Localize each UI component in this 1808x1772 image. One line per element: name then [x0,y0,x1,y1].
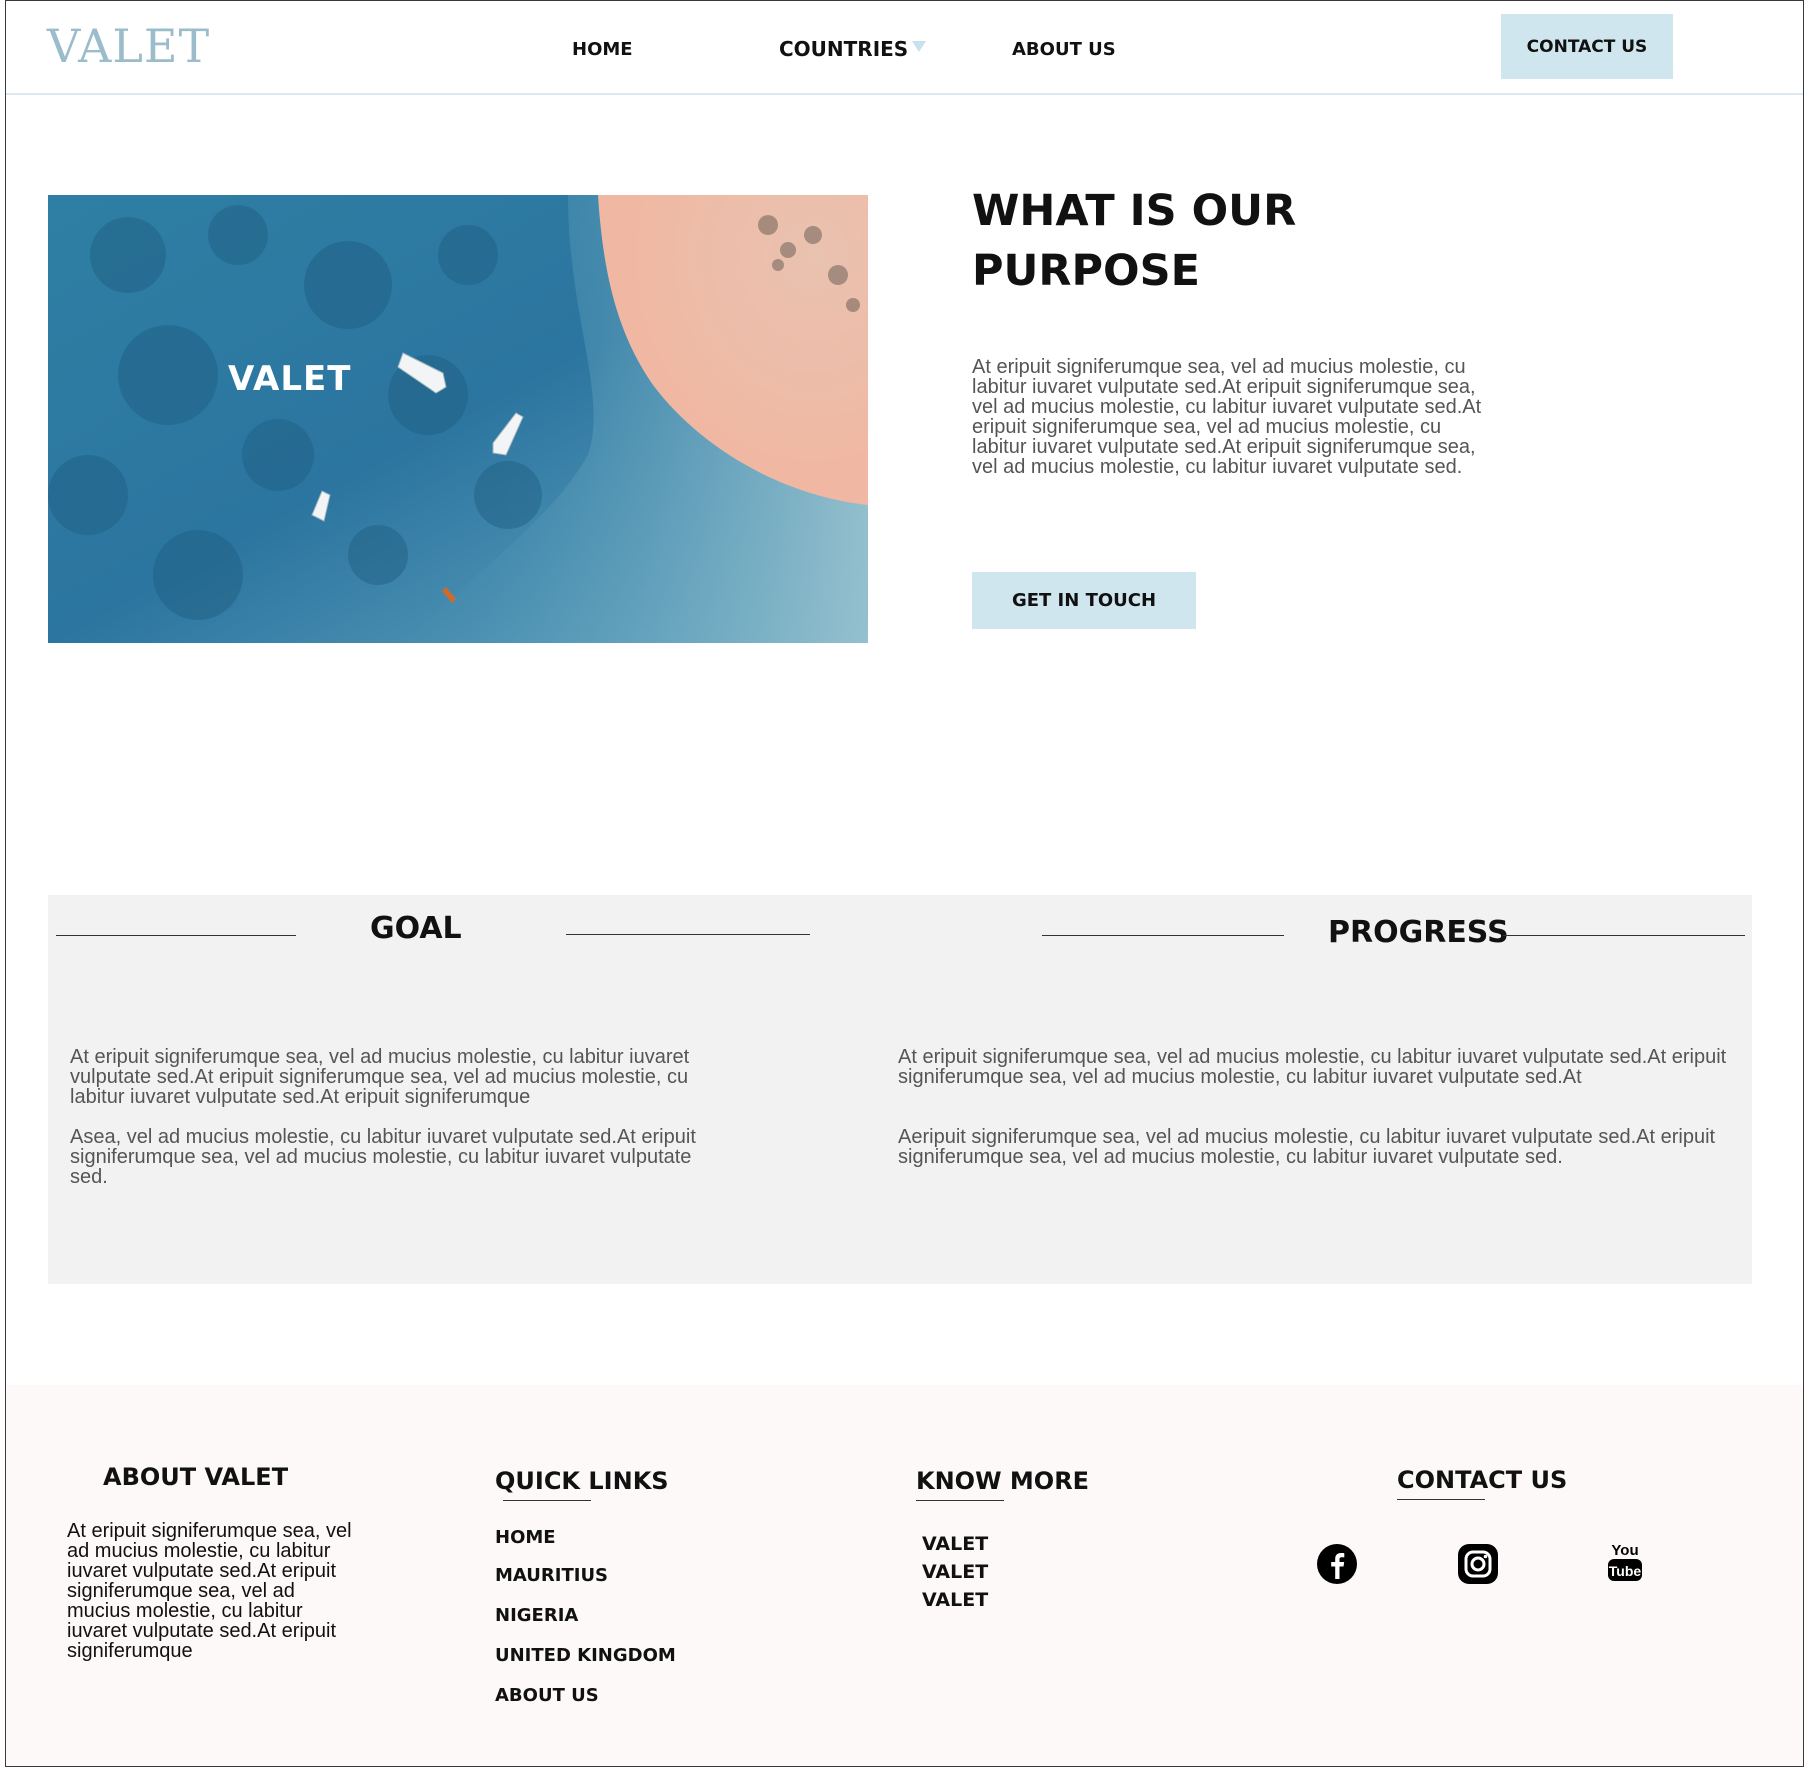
site-logo[interactable]: VALET [47,19,210,73]
youtube-you-text: You [1611,1542,1638,1559]
purpose-title-line1: WHAT IS OUR [972,186,1297,236]
goal-rule-right [566,934,810,935]
facebook-icon[interactable] [1316,1543,1358,1585]
instagram-icon[interactable] [1457,1543,1499,1585]
contact-us-button[interactable]: CONTACT US [1501,14,1673,79]
progress-paragraph-1: At eripuit signiferumque sea, vel ad muc… [898,1046,1727,1088]
caret-down-icon [912,41,927,52]
know-more-underline [916,1500,1004,1501]
goal-progress-section: GOAL PROGRESS At eripuit signiferumque s… [48,895,1752,1284]
site-header: VALET HOME COUNTRIES ABOUT US CONTACT US [6,1,1803,95]
youtube-tube-text: Tube [1609,1563,1642,1579]
site-footer: ABOUT VALET At eripuit signiferumque sea… [6,1385,1803,1766]
footer-about-title: ABOUT VALET [103,1463,289,1491]
hero-aerial-beach-image: VALET [48,195,868,643]
progress-rule-left [1042,935,1284,936]
footer-know-more-title: KNOW MORE [916,1467,1090,1495]
quick-links-underline [503,1500,591,1501]
know-more-item[interactable]: VALET [922,1561,988,1583]
footer-link-united-kingdom[interactable]: UNITED KINGDOM [495,1645,676,1666]
progress-title: PROGRESS [1328,915,1509,950]
purpose-title-line2: PURPOSE [972,246,1200,296]
progress-rule-right [1503,935,1745,936]
nav-countries[interactable]: COUNTRIES [779,37,927,61]
progress-paragraph-2: Aeripuit signiferumque sea, vel ad muciu… [898,1126,1716,1168]
goal-paragraph-1: At eripuit signiferumque sea, vel ad muc… [70,1046,690,1108]
footer-link-about-us[interactable]: ABOUT US [495,1685,599,1706]
footer-quick-links-title: QUICK LINKS [495,1467,669,1495]
purpose-body: At eripuit signiferumque sea, vel ad muc… [972,356,1482,478]
footer-about-text: At eripuit signiferumque sea, vel ad muc… [67,1520,352,1662]
know-more-item[interactable]: VALET [922,1589,988,1611]
goal-rule-left [56,935,296,936]
hero-image-label: VALET [228,359,352,399]
contact-underline [1397,1499,1485,1500]
purpose-title: WHAT IS OUR PURPOSE [972,181,1372,301]
nav-about-us[interactable]: ABOUT US [1012,39,1116,60]
goal-title: GOAL [370,911,462,946]
footer-link-home[interactable]: HOME [495,1527,556,1548]
footer-contact-title: CONTACT US [1397,1466,1568,1494]
youtube-icon[interactable]: You Tube [1605,1539,1645,1585]
page-frame: VALET HOME COUNTRIES ABOUT US CONTACT US [5,0,1804,1767]
get-in-touch-button[interactable]: GET IN TOUCH [972,572,1196,629]
nav-countries-label: COUNTRIES [779,37,909,61]
know-more-item[interactable]: VALET [922,1533,988,1555]
nav-home[interactable]: HOME [572,39,633,60]
goal-paragraph-2: Asea, vel ad mucius molestie, cu labitur… [70,1126,696,1188]
footer-link-nigeria[interactable]: NIGERIA [495,1605,578,1626]
footer-link-mauritius[interactable]: MAURITIUS [495,1565,608,1586]
